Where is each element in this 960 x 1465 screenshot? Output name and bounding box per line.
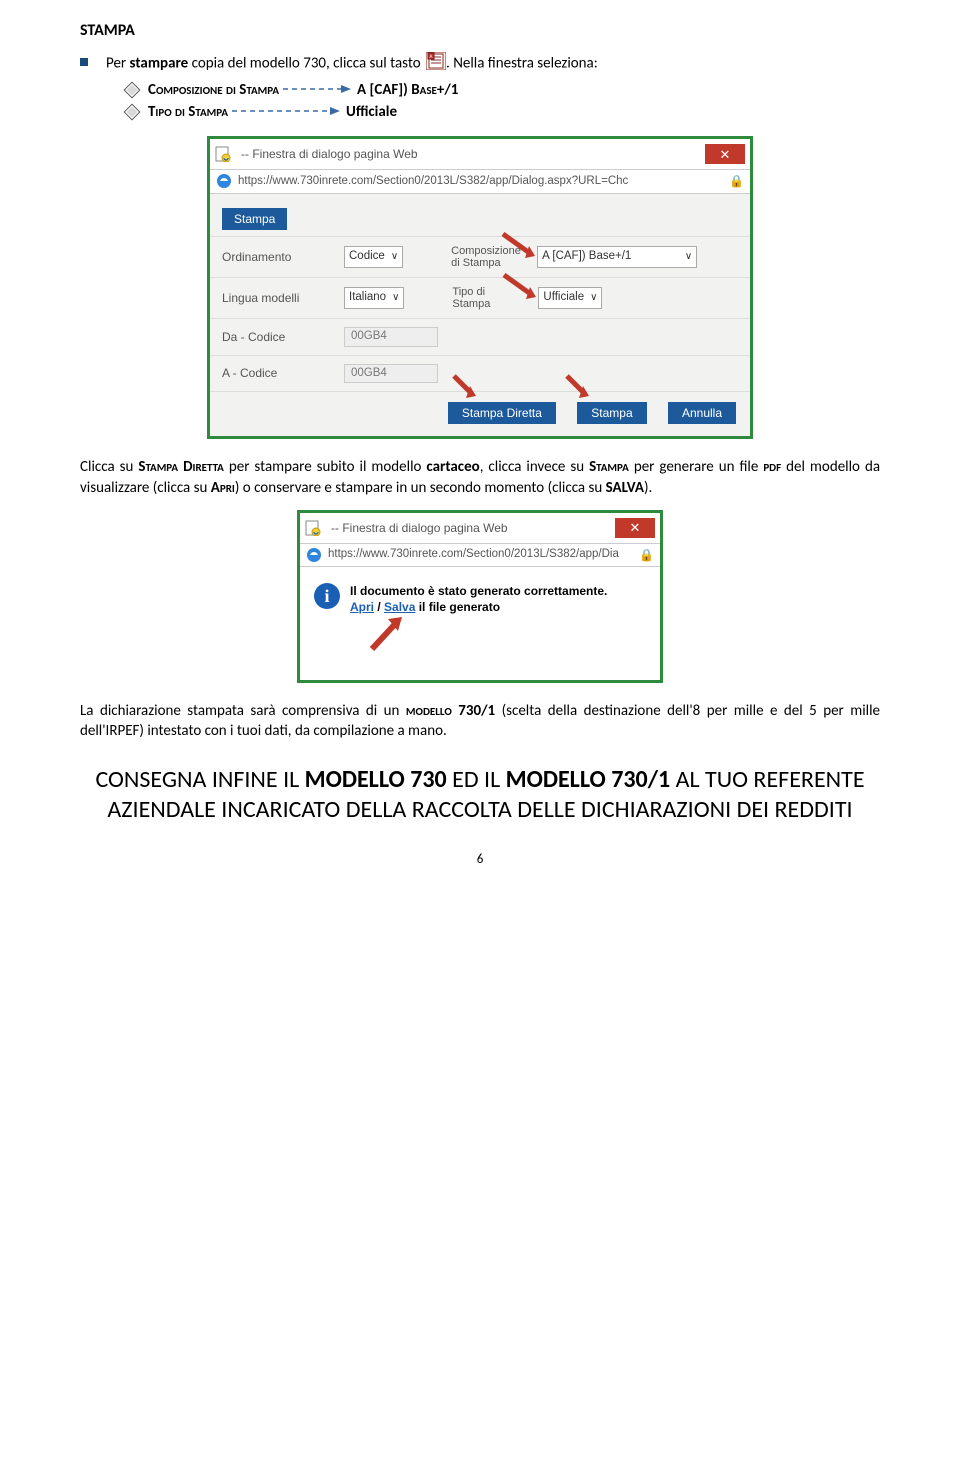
intro-tail: . Nella finestra seleziona: xyxy=(446,54,598,72)
salva-link[interactable]: Salva xyxy=(384,600,415,614)
square-bullet-icon xyxy=(80,58,88,66)
info-text: Il documento è stato generato correttame… xyxy=(350,583,607,615)
sub-item-label: Composizione di Stampa xyxy=(148,80,279,100)
close-button[interactable]: ✕ xyxy=(705,144,745,164)
print-doc-icon: A xyxy=(426,52,446,76)
diamond-bullet-icon xyxy=(124,81,141,98)
page-number: 6 xyxy=(80,851,880,869)
url-text: https://www.730inrete.com/Section0/2013L… xyxy=(238,174,723,190)
sub-item-tipo: Tipo di Stampa Ufficiale xyxy=(126,102,880,122)
row-ordinamento: Ordinamento Codice ∨ Composizione di Stam… xyxy=(210,236,750,277)
sub-item-label: Tipo di Stampa xyxy=(148,102,228,122)
lingua-select[interactable]: Italiano ∨ xyxy=(344,287,404,309)
diamond-bullet-icon xyxy=(124,104,141,121)
paragraph-modello: La dichiarazione stampata sarà comprensi… xyxy=(80,701,880,742)
stampa-diretta-button[interactable]: Stampa Diretta xyxy=(448,402,556,424)
select-value: Codice xyxy=(349,249,385,265)
section-heading: STAMPA xyxy=(80,20,880,42)
row-da-codice: Da - Codice 00GB4 xyxy=(210,318,750,355)
ie-page-icon xyxy=(305,520,321,536)
dialog-body: i Il documento è stato generato corretta… xyxy=(300,567,660,680)
paragraph-stampa: Clicca su Stampa Diretta per stampare su… xyxy=(80,457,880,498)
dialog-title: -- Finestra di dialogo pagina Web xyxy=(241,146,705,162)
ordinamento-select[interactable]: Codice ∨ xyxy=(344,246,403,268)
info-tail: il file generato xyxy=(415,600,500,614)
sub-list: Composizione di Stampa A [CAF]) Base+/1 … xyxy=(126,80,880,123)
svg-text:A: A xyxy=(430,54,433,60)
final-message: CONSEGNA INFINE IL MODELLO 730 ED IL MOD… xyxy=(80,765,880,825)
tipo-label: Tipo di Stampa xyxy=(452,286,526,310)
select-value: A [CAF]) Base+/1 xyxy=(542,249,631,265)
print-dialog: -- Finestra di dialogo pagina Web ✕ http… xyxy=(207,136,753,439)
url-text: https://www.730inrete.com/Section0/2013L… xyxy=(328,547,633,563)
row-a-codice: A - Codice 00GB4 xyxy=(210,355,750,392)
apri-link[interactable]: Apri xyxy=(350,600,374,614)
final-part3: ED IL xyxy=(447,765,506,794)
lock-icon: 🔒 xyxy=(639,547,654,563)
lingua-label: Lingua modelli xyxy=(222,290,332,306)
chevron-down-icon: ∨ xyxy=(590,291,597,305)
intro-bold: stampare xyxy=(130,54,189,72)
info-row: i Il documento è stato generato corretta… xyxy=(314,583,646,615)
close-button[interactable]: ✕ xyxy=(615,518,655,538)
sub-item-value: A [CAF]) Base+/1 xyxy=(357,80,458,100)
intro-part1: Per xyxy=(106,54,130,72)
intro-text: Per stampare copia del modello 730, clic… xyxy=(106,52,598,76)
dialog-body: Stampa Ordinamento Codice ∨ Composizione … xyxy=(210,194,750,437)
ie-icon xyxy=(306,547,322,563)
composizione-label: Composizione di Stampa xyxy=(451,245,525,269)
tab-stampa[interactable]: Stampa xyxy=(222,208,287,230)
sub-item-value: Ufficiale xyxy=(346,102,397,122)
info-line1: Il documento è stato generato correttame… xyxy=(350,584,607,598)
da-label: Da - Codice xyxy=(222,329,332,345)
lock-icon: 🔒 xyxy=(729,173,744,189)
info-sep: / xyxy=(374,600,384,614)
dialog-titlebar: -- Finestra di dialogo pagina Web ✕ xyxy=(210,139,750,170)
chevron-down-icon: ∨ xyxy=(392,291,399,305)
sub-item-composizione: Composizione di Stampa A [CAF]) Base+/1 xyxy=(126,80,880,100)
chevron-down-icon: ∨ xyxy=(391,250,398,264)
intro-bullet: Per stampare copia del modello 730, clic… xyxy=(80,52,880,76)
address-bar: https://www.730inrete.com/Section0/2013L… xyxy=(210,170,750,193)
intro-part3: copia del modello 730, clicca sul tasto xyxy=(188,54,424,72)
ie-page-icon xyxy=(215,146,231,162)
tipo-select[interactable]: Ufficiale ∨ xyxy=(538,287,602,309)
dialog-button-bar: Stampa Diretta Stampa Annulla xyxy=(210,391,750,436)
stampa-button[interactable]: Stampa xyxy=(577,402,646,424)
da-input: 00GB4 xyxy=(344,327,438,347)
dashed-arrow-icon xyxy=(232,102,342,122)
chevron-down-icon: ∨ xyxy=(685,250,692,264)
select-value: Ufficiale xyxy=(543,290,584,306)
composizione-select[interactable]: A [CAF]) Base+/1 ∨ xyxy=(537,246,697,268)
ordinamento-label: Ordinamento xyxy=(222,249,332,265)
a-input: 00GB4 xyxy=(344,364,438,384)
info-dialog: -- Finestra di dialogo pagina Web ✕ http… xyxy=(297,510,663,683)
final-bold1: MODELLO 730 xyxy=(305,765,447,794)
red-arrow-icon xyxy=(366,613,646,657)
info-icon: i xyxy=(314,583,340,609)
final-part1: CONSEGNA INFINE IL xyxy=(95,765,304,794)
dialog-title: -- Finestra di dialogo pagina Web xyxy=(331,520,615,536)
final-bold2: MODELLO 730/1 xyxy=(506,765,671,794)
select-value: Italiano xyxy=(349,290,386,306)
dashed-arrow-icon xyxy=(283,80,353,100)
annulla-button[interactable]: Annulla xyxy=(668,402,736,424)
row-lingua: Lingua modelli Italiano∨ Tipo di Stampa … xyxy=(210,277,750,318)
address-bar: https://www.730inrete.com/Section0/2013L… xyxy=(300,544,660,567)
dialog-titlebar: -- Finestra di dialogo pagina Web ✕ xyxy=(300,513,660,544)
ie-icon xyxy=(216,173,232,189)
a-label: A - Codice xyxy=(222,365,332,381)
